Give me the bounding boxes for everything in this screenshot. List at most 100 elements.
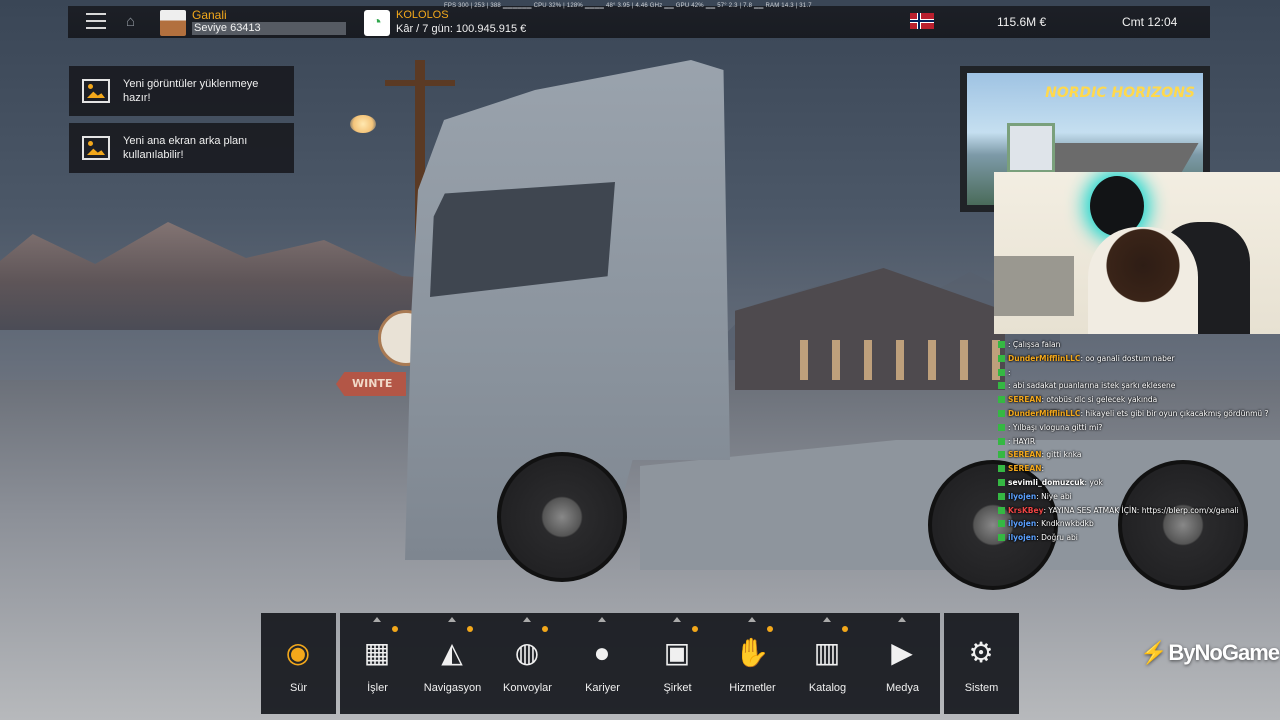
performance-overlay: FPS 300 | 253 | 388 ▁▁▁▁▁▁ CPU 32% | 128… xyxy=(444,3,812,9)
player-name: Ganali xyxy=(192,8,227,22)
hamburger-menu-icon[interactable] xyxy=(86,13,106,31)
chat-text: : Kndknwkbdkb xyxy=(1036,519,1094,529)
chat-text: : Niye abi xyxy=(1036,491,1072,501)
dock-button-5[interactable]: ● Kariyer xyxy=(565,613,640,714)
chat-text: : HAYIR xyxy=(1008,436,1036,446)
chat-text: : abi sadakat puanlarına istek şarkı ekl… xyxy=(1008,381,1176,391)
dock-button-6[interactable]: ▣ Şirket xyxy=(640,613,715,714)
dock-button-7[interactable]: ✋ Hizmetler xyxy=(715,613,790,714)
chat-message: SEREAN: otobüs dlc si gelecek yakında xyxy=(995,393,1280,407)
front-wheel xyxy=(497,452,627,582)
steering-wheel-icon: ◉ xyxy=(285,637,311,668)
chat-text: : Doğru abi xyxy=(1036,533,1078,543)
streamer-webcam xyxy=(994,172,1280,334)
money-balance: 115.6M € xyxy=(997,15,1047,29)
webcam-shelf xyxy=(994,256,1074,316)
company-profit: Kâr / 7 gün: 100.945.915 € xyxy=(396,23,527,35)
chat-badge-icon xyxy=(998,409,1005,417)
utility-pole-crossbar xyxy=(385,80,455,86)
gear-icon: ⚙ xyxy=(968,637,994,668)
top-status-bar: ⌂ Ganali Seviye 63413 ◔ KOLOLOS Kâr / 7 … xyxy=(68,3,1210,38)
chat-message: sevimli_domuzcuk: yok xyxy=(995,476,1280,490)
chat-message: ilyojen: Doğru abi xyxy=(995,531,1280,545)
notification-screenshots[interactable]: Yeni görüntüler yüklenmeye hazır! xyxy=(69,66,294,116)
chat-message: : xyxy=(995,366,1280,380)
dock-button-1[interactable]: ◉ Sür xyxy=(261,613,336,714)
banner-truck xyxy=(1007,123,1055,173)
submenu-caret-icon xyxy=(823,617,831,622)
chat-username: DunderMifflinLLC xyxy=(1008,353,1081,363)
chat-username: sevimli_domuzcuk xyxy=(1008,477,1085,487)
services-hand-icon: ✋ xyxy=(734,637,770,668)
submenu-caret-icon xyxy=(373,617,381,622)
chat-text: : YAYINA SES ATMAK İÇİN: https://blerp.c… xyxy=(1043,505,1239,515)
chat-message: ilyojen: Niye abi xyxy=(995,490,1280,504)
chat-badge-icon xyxy=(998,354,1005,362)
dock-button-3[interactable]: ◭ Navigasyon xyxy=(415,613,490,714)
dock-label: Hizmetler xyxy=(729,682,776,694)
cargo-boxes-icon: ▦ xyxy=(363,637,391,668)
chat-badge-icon xyxy=(998,423,1005,431)
dock-label: Kariyer xyxy=(585,682,620,694)
submenu-caret-icon xyxy=(748,617,756,622)
submenu-caret-icon xyxy=(898,617,906,622)
chat-username: ilyojen xyxy=(1008,533,1037,543)
notification-text: Yeni ana ekran arka planı kullanılabilir… xyxy=(123,135,248,161)
winter-arrow-sign: WINTE xyxy=(336,372,406,396)
driver-profile-icon: ● xyxy=(593,637,611,668)
chat-username: SEREAN xyxy=(1008,450,1042,460)
player-level: Seviye 63413 xyxy=(194,22,261,34)
chat-text: : oo ganali dostum naber xyxy=(1080,353,1175,363)
new-badge xyxy=(767,626,773,632)
chat-text: : gitti knka xyxy=(1041,450,1082,460)
new-badge xyxy=(542,626,548,632)
chat-username: KrsKBey xyxy=(1008,505,1044,515)
dock-button-4[interactable]: ◍ Konvoylar xyxy=(490,613,565,714)
stream-chat: : Çalışsa falan DunderMifflinLLC: oo gana… xyxy=(995,338,1280,545)
chat-message: KrsKBey: YAYINA SES ATMAK İÇİN: https://… xyxy=(995,504,1280,518)
dock-label: Sür xyxy=(289,682,308,694)
chat-badge-icon xyxy=(998,492,1005,500)
submenu-caret-icon xyxy=(673,617,681,622)
bynogame-logo: ⚡ByNoGame xyxy=(1140,640,1280,665)
chat-badge-icon xyxy=(998,520,1005,528)
street-lamp xyxy=(350,115,376,133)
chat-message: SEREAN: xyxy=(995,462,1280,476)
new-badge xyxy=(467,626,473,632)
media-gallery-icon: ▶ xyxy=(891,637,913,668)
image-icon xyxy=(82,79,110,103)
new-badge xyxy=(392,626,398,632)
chat-badge-icon xyxy=(998,506,1005,514)
chat-text: : xyxy=(1041,464,1045,474)
chat-message: DunderMifflinLLC: hikayeli ets gibi bir … xyxy=(995,407,1280,421)
chat-username: SEREAN xyxy=(1008,464,1042,474)
submenu-caret-icon xyxy=(523,617,531,622)
player-avatar[interactable] xyxy=(160,10,186,36)
house-window-lights xyxy=(800,340,1000,380)
chat-text: : xyxy=(1008,367,1011,377)
chat-badge-icon xyxy=(998,382,1005,390)
chat-username: SEREAN xyxy=(1008,395,1042,405)
company-truck-icon: ▣ xyxy=(663,637,691,668)
chat-text: : otobüs dlc si gelecek yakında xyxy=(1041,395,1158,405)
dock-label: Medya xyxy=(885,682,920,694)
banner-title: NORDIC HORIZONS xyxy=(1045,85,1195,101)
company-logo-icon[interactable]: ◔ xyxy=(364,10,390,36)
dock-button-8[interactable]: ▥ Katalog xyxy=(790,613,865,714)
notification-background[interactable]: Yeni ana ekran arka planı kullanılabilir… xyxy=(69,123,294,173)
chat-message: DunderMifflinLLC: oo ganali dostum naber xyxy=(995,352,1280,366)
dock-button-9[interactable]: ▶ Medya xyxy=(865,613,940,714)
streamer xyxy=(1088,227,1198,334)
chat-message: : Çalışsa falan xyxy=(995,338,1280,352)
home-icon[interactable]: ⌂ xyxy=(126,14,142,29)
dock-label: Katalog xyxy=(808,682,847,694)
chat-username: ilyojen xyxy=(1008,519,1037,529)
dock-label: Şirket xyxy=(663,682,692,694)
chat-message: SEREAN: gitti knka xyxy=(995,448,1280,462)
dock-label: Navigasyon xyxy=(423,682,482,694)
dock-button-10[interactable]: ⚙ Sistem xyxy=(944,613,1019,714)
chat-badge-icon xyxy=(998,396,1005,404)
chat-message: : abi sadakat puanlarına istek şarkı ekl… xyxy=(995,379,1280,393)
chat-badge-icon xyxy=(998,478,1005,486)
dock-button-2[interactable]: ▦ İşler xyxy=(340,613,415,714)
